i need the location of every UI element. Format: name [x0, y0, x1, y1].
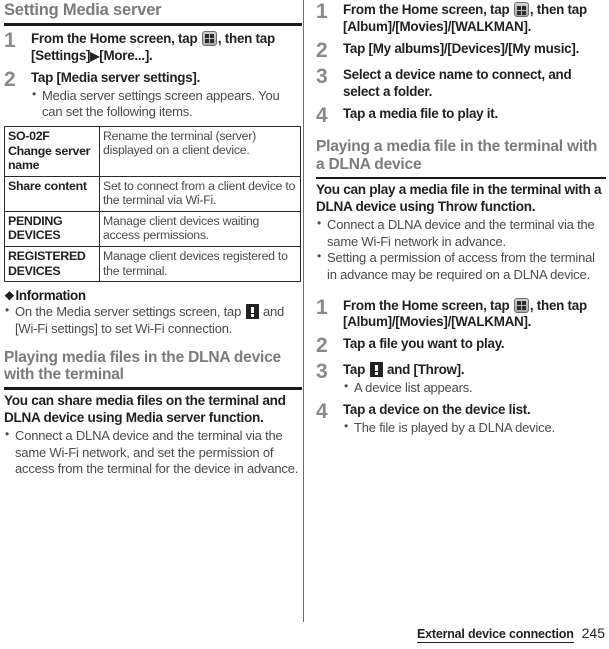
apps-grid-icon	[201, 30, 217, 46]
step-number: 2	[316, 334, 328, 358]
step-item: 2 Tap [My albums]/[Devices]/[My music].	[316, 38, 606, 62]
step-item: 3 Select a device name to connect, and s…	[316, 64, 606, 101]
step-item: 1 From the Home screen, tap , then tap […	[4, 28, 302, 65]
table-cell-key: PENDING DEVICES	[4, 210, 100, 248]
table-row: PENDING DEVICES Manage client devices wa…	[4, 210, 301, 248]
step-item: 2 Tap [Media server settings]. Media ser…	[4, 67, 302, 121]
subsection-intro: You can play a media file in the termina…	[316, 182, 602, 215]
step-body: Tap and [Throw]. A device list appears.	[343, 362, 606, 397]
step-text: Tap [Media server settings].	[31, 69, 201, 85]
step-item: 4 Tap a device on the device list. The f…	[316, 399, 606, 437]
step-text: Tap a media file to play it.	[343, 105, 498, 121]
step-number: 2	[4, 67, 16, 91]
step-item: 4 Tap a media file to play it.	[316, 103, 606, 127]
step-item: 1 From the Home screen, tap , then tap […	[316, 295, 606, 332]
step-text-part: [More...].	[99, 47, 153, 63]
step-text: Tap a device on the device list.	[343, 401, 531, 417]
subsection-rule	[4, 387, 302, 390]
subsection-rule	[316, 176, 606, 180]
list-item: Setting a permission of access from the …	[316, 249, 606, 283]
table-cell-value: Set to connect from a client device to t…	[99, 175, 301, 212]
step-text: From the Home screen, tap , then tap [Se…	[31, 30, 302, 65]
list-item: The file is played by a DLNA device.	[343, 419, 606, 437]
table-row: Share content Set to connect from a clie…	[4, 175, 301, 212]
step-text: Tap and [Throw].	[343, 362, 606, 379]
step-item: 1 From the Home screen, tap , then tap […	[316, 0, 606, 36]
step-number: 4	[316, 399, 328, 423]
step-text: Select a device name to connect, and sel…	[343, 66, 572, 99]
step-text-part: From the Home screen, tap	[31, 30, 201, 46]
step-body: Tap [My albums]/[Devices]/[My music].	[343, 41, 606, 58]
page-number: 245	[581, 625, 605, 641]
step-number: 3	[316, 360, 328, 384]
step-number: 1	[4, 28, 16, 52]
step-number: 1	[316, 0, 328, 23]
step-body: Tap a media file to play it.	[343, 106, 606, 123]
step-body: Tap a device on the device list. The fil…	[343, 402, 606, 437]
apps-grid-icon	[513, 297, 529, 313]
step-body: From the Home screen, tap , then tap [Al…	[343, 2, 606, 36]
subsection-title: Playing a media file in the terminal wit…	[316, 137, 598, 173]
right-arrow-icon: ▶	[90, 48, 100, 63]
list-item: A device list appears.	[343, 379, 606, 397]
step-body: Select a device name to connect, and sel…	[343, 67, 606, 101]
table-row: REGISTERED DEVICES Manage client devices…	[4, 246, 301, 283]
overflow-menu-icon	[369, 362, 383, 378]
step-number: 2	[316, 38, 328, 62]
step-number: 4	[316, 103, 328, 127]
page-title: Setting Media server	[4, 1, 162, 19]
step-number: 1	[316, 295, 328, 319]
table-cell-value: Manage client devices waiting access per…	[99, 210, 301, 248]
step-item: 2 Tap a file you want to play.	[316, 334, 606, 358]
table-cell-key: REGISTERED DEVICES	[4, 246, 100, 283]
page-footer: External device connection 245	[0, 625, 609, 643]
diamond-icon: ❖	[4, 289, 15, 304]
step-text-part: From the Home screen, tap	[343, 2, 513, 17]
step-text-part: and [Throw].	[383, 362, 465, 378]
bullet-list: The file is played by a DLNA device.	[343, 419, 606, 437]
table-cell-key: SO-02F Change server name	[4, 125, 100, 177]
settings-table: SO-02F Change server name Rename the ter…	[4, 125, 301, 283]
step-body: Tap [Media server settings]. Media serve…	[31, 70, 302, 121]
footer-inner: External device connection 245	[416, 625, 609, 643]
column-divider	[303, 0, 304, 622]
step-text: From the Home screen, tap , then tap [Al…	[343, 2, 606, 36]
step-text: Tap a file you want to play.	[343, 336, 505, 352]
table-cell-value: Rename the terminal (server) displayed o…	[99, 125, 301, 177]
bullet-list: Connect a DLNA device and the terminal v…	[4, 427, 302, 478]
title-rule	[4, 22, 302, 26]
bullet-text-part: On the Media server settings screen, tap	[15, 304, 245, 320]
subsection-title: Playing media files in the DLNA device w…	[4, 348, 281, 384]
list-item: On the Media server settings screen, tap…	[4, 303, 302, 337]
list-item: Connect a DLNA device and the terminal v…	[4, 427, 302, 478]
step-item: 3 Tap and [Throw]. A device list appears…	[316, 360, 606, 397]
right-column: 1 From the Home screen, tap , then tap […	[316, 0, 606, 436]
step-text-part: From the Home screen, tap	[343, 297, 513, 313]
step-body: From the Home screen, tap , then tap [Se…	[31, 30, 302, 65]
footer-chapter-label: External device connection	[416, 627, 574, 643]
subsection-intro: You can share media files on the termina…	[4, 392, 286, 425]
list-item: Connect a DLNA device and the terminal v…	[316, 216, 606, 250]
left-column: Setting Media server 1 From the Home scr…	[4, 0, 302, 478]
bullet-list: Media server settings screen appears. Yo…	[31, 87, 302, 121]
apps-grid-icon	[513, 2, 529, 17]
step-body: Tap a file you want to play.	[343, 336, 606, 353]
table-cell-value: Manage client devices registered to the …	[99, 246, 301, 283]
step-text-part: Tap	[343, 362, 369, 378]
table-cell-key: Share content	[4, 175, 100, 212]
step-text: From the Home screen, tap , then tap [Al…	[343, 297, 606, 332]
step-text: Tap [My albums]/[Devices]/[My music].	[343, 40, 580, 56]
information-heading-label: Information	[15, 288, 86, 304]
information-bullet-list: On the Media server settings screen, tap…	[4, 303, 302, 337]
overflow-menu-icon	[245, 304, 259, 320]
information-heading: ❖Information	[4, 288, 302, 303]
table-row: SO-02F Change server name Rename the ter…	[4, 125, 301, 177]
list-item: Media server settings screen appears. Yo…	[31, 87, 302, 121]
step-body: From the Home screen, tap , then tap [Al…	[343, 297, 606, 332]
step-number: 3	[316, 64, 328, 88]
bullet-list: Connect a DLNA device and the terminal v…	[316, 216, 606, 284]
bullet-list: A device list appears.	[343, 379, 606, 397]
manual-page: Setting Media server 1 From the Home scr…	[0, 0, 609, 649]
